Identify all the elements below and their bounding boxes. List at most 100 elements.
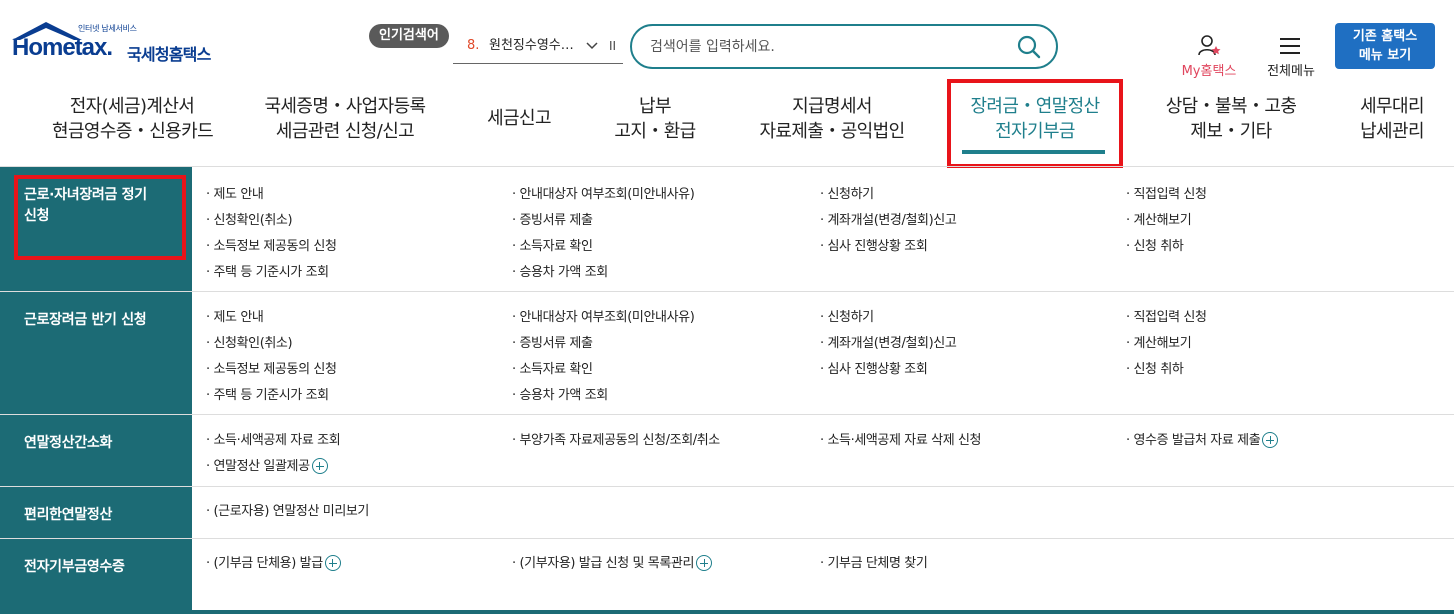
submenu-link[interactable]: · 계산해보기 (1126, 332, 1192, 351)
logo-korean-name: 국세청홈택스 (127, 45, 211, 64)
highlight-box-category (14, 175, 186, 260)
logo-subtitle: 인터넷 납세서비스 (78, 24, 137, 33)
submenu-link[interactable]: · 부양가족 자료제공동의 신청/조회/취소 (512, 429, 720, 448)
submenu-link[interactable]: · 주택 등 기준시가 조회 (206, 384, 329, 403)
submenu-link[interactable]: · 승용차 가액 조회 (512, 384, 608, 403)
gnb-label-line1: 세무대리 (1360, 96, 1424, 117)
my-hometax-button[interactable]: My홈택스 (1176, 34, 1242, 79)
hamburger-icon (1280, 38, 1300, 54)
category-title[interactable]: 근로장려금 반기 신청 (0, 292, 192, 414)
submenu-link[interactable]: · 신청하기 (820, 183, 874, 202)
submenu-link[interactable]: · 신청하기 (820, 306, 874, 325)
popular-keyword-ticker[interactable]: 8. 원천징수영수… II (453, 34, 623, 64)
gnb-item-tax-return[interactable]: 세금신고 (478, 106, 560, 131)
gnb-label-line1: 상담・불복・고충 (1165, 96, 1297, 117)
submenu-link[interactable]: · 소득·세액공제 자료 조회 (206, 429, 341, 448)
submenu-link-with-plus[interactable]: · (기부자용) 발급 신청 및 목록관리 (512, 552, 713, 571)
category-title[interactable]: 전자기부금영수증 (0, 539, 192, 611)
plus-circle-icon[interactable] (324, 555, 341, 571)
gnb-label-line2: 납세관리 (1360, 121, 1424, 142)
category-links: · 제도 안내 · 안내대상자 여부조회(미안내사유) · 신청하기 · 직접입… (192, 292, 1454, 414)
submenu-link[interactable]: · 직접입력 신청 (1126, 306, 1207, 325)
category-title-line1: 편리한연말정산 (24, 507, 113, 523)
all-menu-label: 전체메뉴 (1267, 64, 1315, 79)
category-row-regular-incentive: 근로·자녀장려금 정기 신청 · 제도 안내 · 안내대상자 여부조회(미안내사… (0, 167, 1454, 292)
submenu-link-with-plus[interactable]: · 연말정산 일괄제공 (206, 455, 328, 474)
gnb-label-line1: 전자(세금)계산서 (69, 96, 195, 117)
submenu-link-label: · 영수증 발급처 자료 제출 (1126, 433, 1261, 448)
logo-wordmark: Hometax. (12, 34, 113, 61)
search-box (630, 24, 1058, 69)
submenu-link[interactable]: · 계좌개설(변경/철회)신고 (820, 209, 957, 228)
plus-circle-icon[interactable] (696, 555, 713, 571)
submenu-link[interactable]: · 제도 안내 (206, 306, 264, 325)
submenu-link[interactable]: · 심사 진행상황 조회 (820, 235, 928, 254)
submenu-link[interactable]: · 승용차 가액 조회 (512, 261, 608, 280)
submenu-link[interactable]: · 증빙서류 제출 (512, 332, 593, 351)
gnb-label-line2: 제보・기타 (1190, 121, 1272, 142)
gnb-item-payment-statements[interactable]: 지급명세서 자료제출・공익법인 (752, 94, 912, 144)
panel-bottom-border (0, 610, 1454, 614)
plus-circle-icon[interactable] (1262, 432, 1279, 448)
submenu-link[interactable]: · 직접입력 신청 (1126, 183, 1207, 202)
submenu-link[interactable]: · 기부금 단체명 찾기 (820, 552, 928, 571)
submenu-link[interactable]: · 소득·세액공제 자료 삭제 신청 (820, 429, 982, 448)
submenu-link[interactable]: · 신청 취하 (1126, 358, 1184, 377)
gnb-label-line1: 지급명세서 (792, 96, 872, 117)
popular-keywords-badge: 인기검색어 (369, 24, 449, 48)
submenu-link[interactable]: · 심사 진행상황 조회 (820, 358, 928, 377)
popular-keyword-rank: 8. (467, 38, 480, 53)
submenu-link[interactable]: · 안내대상자 여부조회(미안내사유) (512, 183, 695, 202)
submenu-link[interactable]: · 신청확인(취소) (206, 332, 293, 351)
gnb-label-line2: 세금관련 신청/신고 (275, 121, 415, 142)
old-hometax-menu-button[interactable]: 기존 홈택스 메뉴 보기 (1335, 23, 1435, 69)
chevron-down-icon[interactable] (585, 40, 599, 52)
gnb-label-line1: 세금신고 (487, 108, 551, 129)
gnb-label-line2: 자료제출・공익법인 (759, 121, 905, 142)
my-hometax-label: My홈택스 (1181, 64, 1237, 79)
submenu-link[interactable]: · 소득정보 제공동의 신청 (206, 235, 337, 254)
submenu-link[interactable]: · 신청확인(취소) (206, 209, 293, 228)
submenu-link[interactable]: · 증빙서류 제출 (512, 209, 593, 228)
category-links: · (기부금 단체용) 발급 · (기부자용) 발급 신청 및 목록관리 · 기… (192, 539, 1454, 611)
gnb-item-e-invoice[interactable]: 전자(세금)계산서 현금영수증・신용카드 (52, 94, 214, 144)
submenu-link-label: · (기부자용) 발급 신청 및 목록관리 (512, 556, 695, 571)
submenu-link[interactable]: · 제도 안내 (206, 183, 264, 202)
submenu-link[interactable]: · 안내대상자 여부조회(미안내사유) (512, 306, 695, 325)
popular-keyword-text[interactable]: 원천징수영수… (489, 34, 584, 58)
submenu-link[interactable]: · 소득정보 제공동의 신청 (206, 358, 337, 377)
gnb-item-payment[interactable]: 납부 고지・환급 (600, 94, 710, 144)
hometax-logo[interactable]: 인터넷 납세서비스 Hometax. 국세청홈택스 (10, 20, 225, 68)
gnb-item-consultation[interactable]: 상담・불복・고충 제보・기타 (1156, 94, 1306, 144)
gnb-item-tax-agent[interactable]: 세무대리 납세관리 (1350, 94, 1434, 144)
highlight-box-gnb (947, 79, 1123, 168)
pause-icon[interactable]: II (609, 34, 616, 58)
submenu-panel: 근로·자녀장려금 정기 신청 · 제도 안내 · 안내대상자 여부조회(미안내사… (0, 166, 1454, 614)
gnb-item-certificates[interactable]: 국세증명・사업자등록 세금관련 신청/신고 (255, 94, 435, 144)
old-menu-line2: 메뉴 보기 (1358, 48, 1412, 63)
category-title[interactable]: 연말정산간소화 (0, 415, 192, 486)
submenu-link[interactable]: · (근로자용) 연말정산 미리보기 (206, 500, 369, 519)
search-icon[interactable] (1016, 34, 1042, 60)
submenu-link-with-plus[interactable]: · (기부금 단체용) 발급 (206, 552, 341, 571)
category-links: · 소득·세액공제 자료 조회 · 부양가족 자료제공동의 신청/조회/취소 ·… (192, 415, 1454, 486)
submenu-link[interactable]: · 소득자료 확인 (512, 235, 593, 254)
gnb-label-line2: 고지・환급 (614, 121, 696, 142)
category-links: · (근로자용) 연말정산 미리보기 (192, 487, 1454, 538)
category-row-half-year-incentive: 근로장려금 반기 신청 · 제도 안내 · 안내대상자 여부조회(미안내사유) … (0, 292, 1454, 415)
plus-circle-icon[interactable] (311, 458, 328, 474)
all-menu-button[interactable]: 전체메뉴 (1258, 34, 1324, 79)
gnb-label-line1: 납부 (639, 96, 672, 117)
category-title-line1: 연말정산간소화 (24, 435, 113, 451)
submenu-link[interactable]: · 소득자료 확인 (512, 358, 593, 377)
submenu-link-with-plus[interactable]: · 영수증 발급처 자료 제출 (1126, 429, 1279, 448)
submenu-link[interactable]: · 계좌개설(변경/철회)신고 (820, 332, 957, 351)
submenu-link[interactable]: · 신청 취하 (1126, 235, 1184, 254)
category-title[interactable]: 편리한연말정산 (0, 487, 192, 538)
category-row-convenient-year-end: 편리한연말정산 · (근로자용) 연말정산 미리보기 (0, 487, 1454, 539)
search-input[interactable] (650, 36, 990, 58)
submenu-link[interactable]: · 계산해보기 (1126, 209, 1192, 228)
submenu-link[interactable]: · 주택 등 기준시가 조회 (206, 261, 329, 280)
header: 인터넷 납세서비스 Hometax. 국세청홈택스 인기검색어 8. 원천징수영… (0, 0, 1454, 84)
submenu-link-label: · 연말정산 일괄제공 (206, 459, 310, 474)
